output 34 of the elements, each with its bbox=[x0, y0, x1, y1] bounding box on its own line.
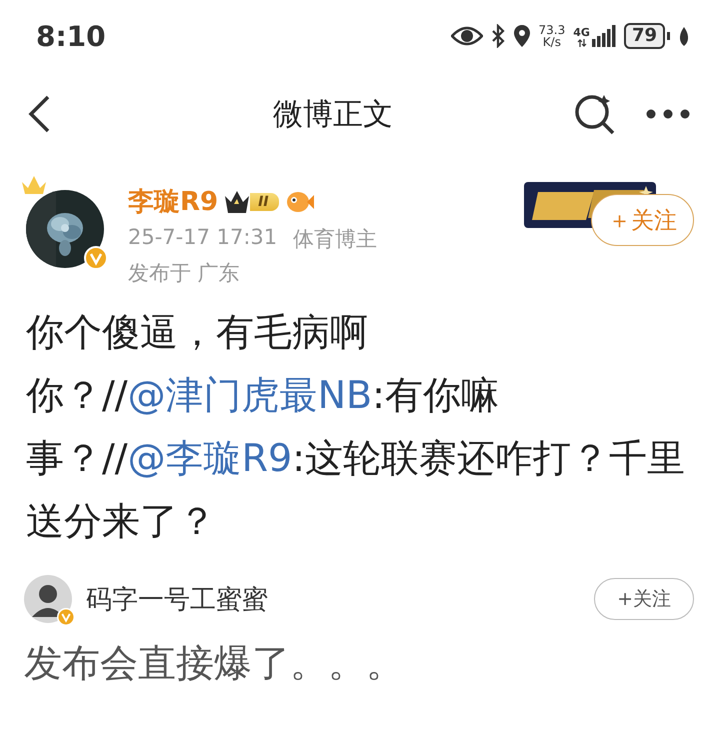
bluetooth-icon bbox=[490, 24, 505, 48]
mention-link[interactable]: @李璇R9 bbox=[128, 436, 292, 480]
follow-button[interactable]: ＋关注 bbox=[591, 194, 694, 246]
verified-icon bbox=[57, 608, 75, 626]
battery-indicator: 79 bbox=[624, 23, 665, 49]
speed-unit: K/s bbox=[542, 36, 561, 48]
post-location: 发布于 广东 bbox=[128, 260, 241, 287]
leaf-icon bbox=[678, 26, 690, 46]
battery-tip-icon bbox=[667, 32, 670, 40]
author-category: 体育博主 bbox=[293, 226, 378, 253]
comment-text: 发布会直接爆了。。。 bbox=[24, 640, 405, 687]
network-speed: 73.3 bbox=[538, 24, 566, 36]
follow-button[interactable]: +关注 bbox=[594, 578, 694, 620]
back-icon[interactable] bbox=[26, 94, 52, 134]
network-type: 4G bbox=[573, 27, 590, 39]
clock: 8:10 bbox=[36, 20, 107, 52]
post-timestamp: 25-7-17 17:31 bbox=[128, 225, 278, 251]
commenter-name[interactable]: 码字一号工蜜蜜 bbox=[86, 582, 580, 616]
page-title: 微博正文 bbox=[272, 96, 394, 134]
verified-icon bbox=[84, 246, 108, 270]
eye-icon bbox=[450, 26, 483, 46]
fish-icon bbox=[284, 190, 315, 214]
mention-link[interactable]: @津门虎最NB bbox=[128, 373, 372, 417]
level-badge: II bbox=[250, 192, 279, 210]
crown-icon bbox=[20, 174, 48, 196]
data-arrows-icon bbox=[576, 39, 587, 47]
signal-icon bbox=[592, 25, 616, 47]
author-name[interactable]: 李璇R9 bbox=[128, 184, 218, 219]
search-icon[interactable] bbox=[574, 93, 616, 135]
crown-icon bbox=[224, 190, 250, 214]
location-icon bbox=[512, 24, 531, 48]
post-text: 你个傻逼，有毛病啊你？//@津门虎最NB:有你嘛事？//@李璇R9:这轮联赛还咋打？千里送分来了？ bbox=[26, 309, 686, 545]
avatar[interactable] bbox=[24, 575, 72, 623]
more-icon[interactable] bbox=[646, 109, 690, 119]
